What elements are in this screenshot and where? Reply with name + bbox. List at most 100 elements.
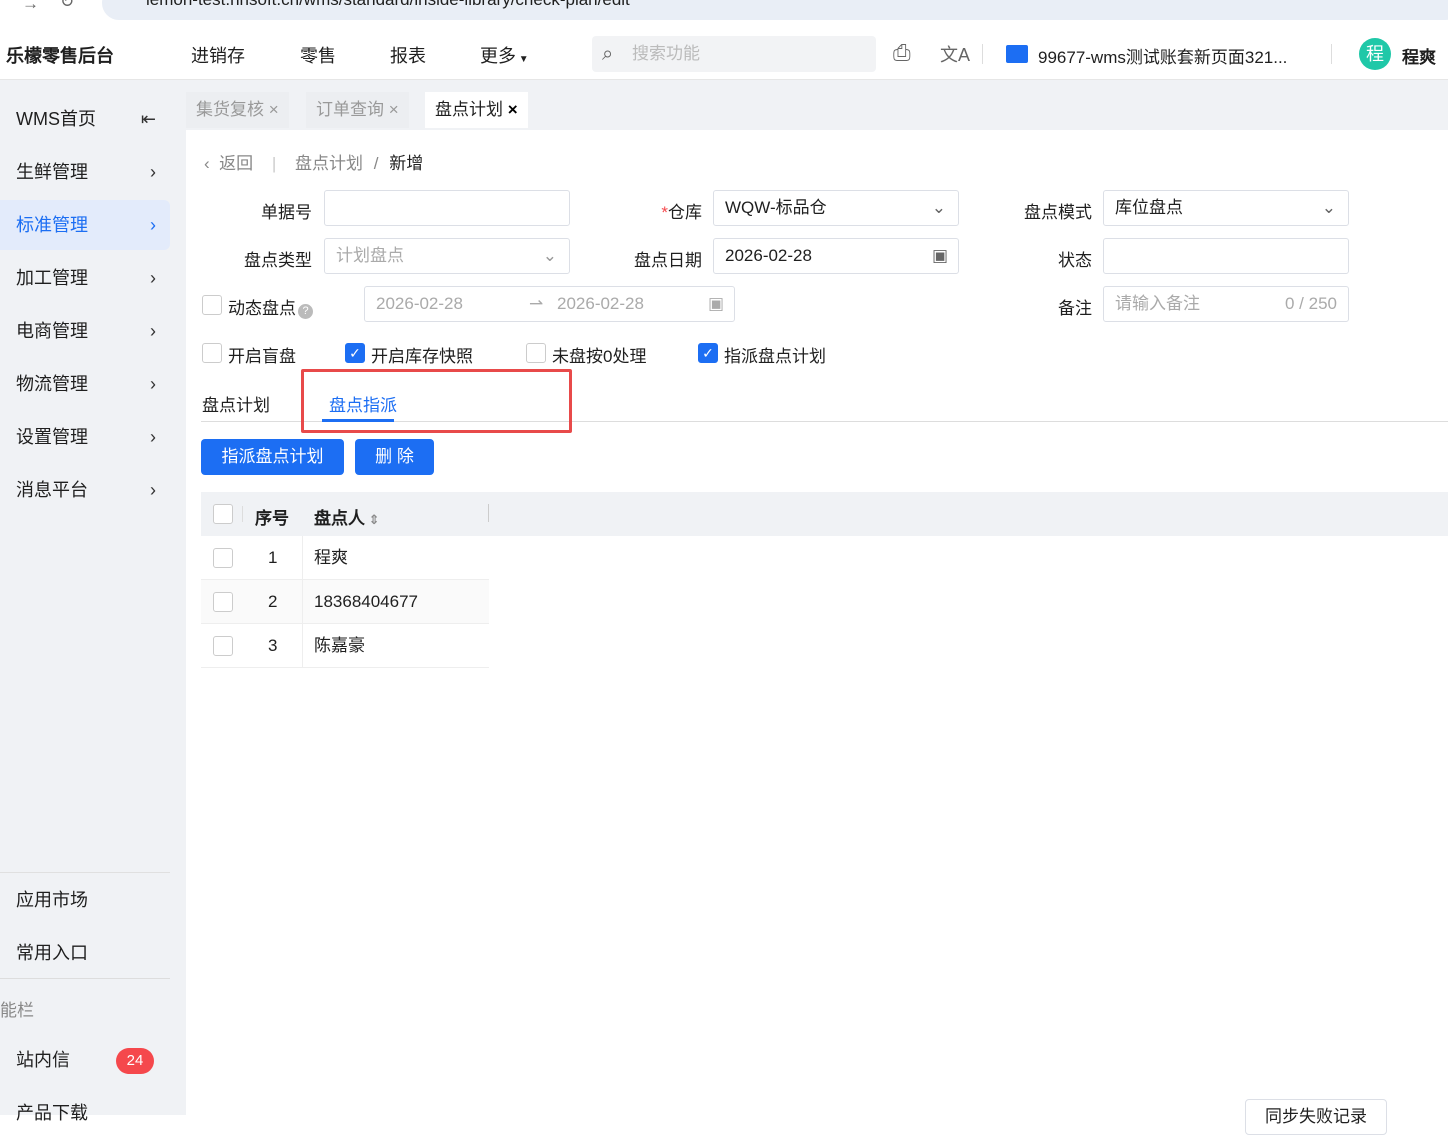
browser-bar: → ↻ lemon-test.hnsoft.cn/wms/standard/in… (0, 0, 1448, 26)
sidebar-item-label: 生鲜管理 (16, 162, 88, 182)
snapshot-checkbox[interactable]: ✓ (345, 343, 365, 363)
date-range-picker[interactable]: 2026-02-28 ⇀ 2026-02-28 ▣ (364, 286, 735, 322)
sidebar-item-download[interactable]: 产品下载 (0, 1088, 170, 1138)
tab-order-query[interactable]: 订单查询 × (306, 92, 409, 128)
translate-icon[interactable]: 文A (940, 41, 970, 67)
col-header-checker[interactable]: 盘点人 ⇕ (314, 504, 380, 529)
nav-inventory[interactable]: 进销存 (191, 42, 245, 68)
divider (982, 44, 983, 64)
mode-select[interactable]: 库位盘点 ⌄ (1103, 190, 1349, 226)
reload-icon[interactable]: ↻ (60, 0, 74, 12)
tab-check-plan[interactable]: 盘点计划 × (425, 92, 528, 128)
warehouse-label-text: 仓库 (668, 203, 702, 222)
sync-failure-button[interactable]: 同步失败记录 (1245, 1099, 1387, 1135)
divider (302, 624, 303, 668)
forward-icon[interactable]: → (22, 0, 39, 14)
printer-icon[interactable]: ⎙ (893, 40, 911, 66)
delete-button[interactable]: 删 除 (355, 439, 434, 475)
breadcrumb-parent[interactable]: 盘点计划 (295, 154, 363, 173)
warehouse-value: WQW-标品仓 (725, 198, 827, 217)
avatar[interactable]: 程 (1359, 38, 1391, 70)
tab-label: 盘点计划 (435, 100, 503, 119)
sidebar-item-fresh[interactable]: 生鲜管理 › (0, 147, 170, 197)
nav-retail[interactable]: 零售 (300, 42, 336, 68)
url-text: lemon-test.hnsoft.cn/wms/standard/inside… (146, 0, 630, 9)
breadcrumb: ‹ 返回 | 盘点计划 / 新增 (204, 149, 423, 174)
sidebar-item-logistics[interactable]: 物流管理 › (0, 359, 170, 409)
row-checkbox[interactable] (213, 592, 233, 612)
col-header-checker-label: 盘点人 (314, 509, 365, 528)
close-icon[interactable]: × (508, 100, 518, 119)
subtab-plan[interactable]: 盘点计划 (202, 391, 270, 416)
sidebar-item-messages[interactable]: 消息平台 › (0, 465, 170, 515)
date-picker[interactable]: 2026-02-28 ▣ (713, 238, 959, 274)
required-mark: * (661, 203, 668, 222)
chevron-right-icon: › (150, 215, 156, 235)
tab-bar: 集货复核 × 订单查询 × 盘点计划 × (186, 80, 1448, 130)
row-checkbox[interactable] (213, 636, 233, 656)
chevron-down-icon: ⌄ (1321, 198, 1336, 217)
chevron-down-icon: ⌄ (931, 198, 946, 217)
sidebar-item-wms-home[interactable]: WMS首页 ⇤ (0, 94, 170, 144)
zero-process-label: 未盘按0处理 (552, 347, 647, 366)
nav-more[interactable]: 更多 ▼ (480, 42, 529, 68)
divider (0, 978, 170, 979)
close-icon[interactable]: × (389, 100, 399, 119)
status-label: 状态 (1058, 251, 1092, 270)
warehouse-select[interactable]: WQW-标品仓 ⌄ (713, 190, 959, 226)
sidebar-item-inbox[interactable]: 站内信 24 (0, 1035, 170, 1085)
close-icon[interactable]: × (269, 100, 279, 119)
sidebar-item-label: WMS首页 (16, 109, 96, 129)
doc-no-input[interactable] (324, 190, 570, 226)
sidebar-item-label: 电商管理 (16, 321, 88, 341)
sidebar-item-ecommerce[interactable]: 电商管理 › (0, 306, 170, 356)
nav-reports[interactable]: 报表 (390, 42, 426, 68)
dynamic-label: 动态盘点? (228, 294, 313, 319)
table-header: 序号 盘点人 ⇕ (201, 492, 1448, 536)
sidebar-item-common[interactable]: 常用入口 (0, 928, 170, 978)
sort-icon[interactable]: ⇕ (365, 512, 380, 527)
row-checker: 陈嘉豪 (314, 636, 365, 655)
type-label: 盘点类型 (244, 251, 312, 270)
assign-plan-button[interactable]: 指派盘点计划 (201, 439, 344, 475)
back-link[interactable]: ‹ 返回 (204, 154, 253, 173)
column-resizer[interactable] (488, 504, 489, 522)
sidebar-item-processing[interactable]: 加工管理 › (0, 253, 170, 303)
assign-plan-checkbox[interactable]: ✓ (698, 343, 718, 363)
address-bar[interactable]: lemon-test.hnsoft.cn/wms/standard/inside… (102, 0, 1448, 20)
dynamic-checkbox[interactable] (202, 295, 222, 315)
divider (0, 872, 170, 873)
sidebar-item-settings[interactable]: 设置管理 › (0, 412, 170, 462)
table-row: 2 18368404677 (201, 580, 489, 624)
status-input[interactable] (1103, 238, 1349, 274)
warehouse-label: *仓库 (592, 198, 702, 223)
char-count: 0 / 250 (1285, 294, 1337, 313)
breadcrumb-separator: / (373, 154, 379, 173)
tab-collect-review[interactable]: 集货复核 × (186, 92, 289, 128)
collapse-icon[interactable]: ⇤ (141, 94, 156, 144)
type-select[interactable]: 计划盘点 ⌄ (324, 238, 570, 274)
blind-check-checkbox[interactable] (202, 343, 222, 363)
select-all-checkbox[interactable] (213, 504, 233, 524)
remark-input[interactable]: 请输入备注 0 / 250 (1103, 286, 1349, 322)
divider (302, 580, 303, 624)
search-input[interactable]: ⌕ 搜索功能 (592, 36, 876, 72)
account-name[interactable]: 99677-wms测试账套新页面321... (1038, 43, 1287, 68)
table-row: 1 程爽 (201, 536, 489, 580)
chevron-right-icon: › (150, 427, 156, 447)
help-icon[interactable]: ? (298, 304, 313, 319)
sidebar-item-standard[interactable]: 标准管理 › (0, 200, 170, 250)
remark-label: 备注 (1058, 299, 1092, 318)
table-row: 3 陈嘉豪 (201, 624, 489, 668)
divider (1331, 44, 1332, 64)
nav-more-label: 更多 (480, 46, 516, 66)
user-name[interactable]: 程爽 (1402, 43, 1436, 68)
arrow-right-icon: ⇀ (529, 294, 544, 313)
zero-process-checkbox[interactable] (526, 343, 546, 363)
range-start: 2026-02-28 (376, 294, 463, 313)
assign-plan-label: 指派盘点计划 (724, 347, 826, 366)
sidebar: WMS首页 ⇤ 生鲜管理 › 标准管理 › 加工管理 › 电商管理 › 物流管理 › 设置管… (0, 80, 186, 1123)
divider (242, 506, 243, 522)
row-checkbox[interactable] (213, 548, 233, 568)
sidebar-item-app-market[interactable]: 应用市场 (0, 875, 170, 925)
